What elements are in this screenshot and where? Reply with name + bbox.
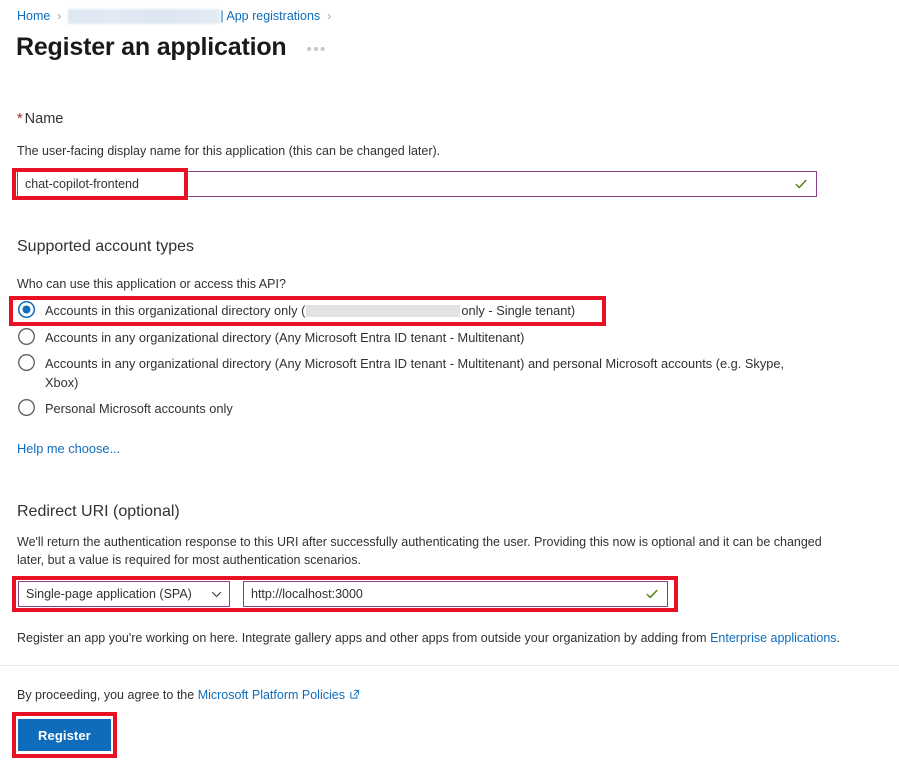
checkmark-icon — [795, 179, 807, 189]
radio-multitenant-label: Accounts in any organizational directory… — [45, 330, 525, 345]
breadcrumb-redacted-tenant — [68, 8, 221, 24]
microsoft-platform-policies-link[interactable]: Microsoft Platform Policies — [198, 688, 345, 702]
breadcrumb-home-link[interactable]: Home — [17, 9, 50, 23]
radio-single-tenant-text-before: Accounts in this organizational director… — [45, 303, 306, 318]
footer-note-text: Register an app you're working on here. … — [17, 631, 711, 645]
redirect-uri-description: We'll return the authentication response… — [17, 535, 822, 567]
radio-unselected-icon-2 — [18, 354, 35, 371]
breadcrumb: Home › | App registrations › — [17, 6, 338, 26]
breadcrumb-separator-icon-2: › — [327, 9, 332, 23]
radio-single-tenant-text-after: only - Single tenant) — [461, 303, 576, 318]
required-marker: * — [17, 111, 23, 127]
register-button[interactable]: Register — [18, 719, 111, 751]
breadcrumb-separator-icon: › — [57, 9, 62, 23]
name-field-label: * Name — [17, 111, 63, 127]
radio-unselected-icon-3 — [18, 399, 35, 416]
chevron-down-icon — [211, 591, 222, 597]
footer-note: Register an app you're working on here. … — [17, 629, 882, 647]
name-input[interactable]: chat-copilot-frontend — [17, 171, 817, 197]
footer-note-period: . — [836, 631, 841, 645]
policies-note-text: By proceeding, you agree to the — [17, 688, 198, 702]
account-types-question: Who can use this application or access t… — [17, 277, 286, 291]
account-types-heading: Supported account types — [17, 238, 195, 255]
radio-personal-only[interactable]: Personal Microsoft accounts only — [17, 398, 417, 418]
redirect-uri-heading: Redirect URI (optional) — [17, 503, 180, 520]
radio-selected-icon — [17, 300, 36, 319]
radio-multitenant-personal[interactable]: Accounts in any organizational directory… — [17, 353, 817, 392]
name-input-value: chat-copilot-frontend — [25, 177, 139, 191]
name-label-text: Name — [24, 111, 64, 127]
radio-single-tenant-label: Accounts in this organizational director… — [45, 300, 575, 320]
radio-single-tenant-redacted-tenant — [306, 304, 461, 317]
more-options-icon[interactable]: ••• — [306, 41, 326, 58]
external-link-icon[interactable] — [349, 688, 361, 700]
radio-unselected-icon — [18, 328, 35, 345]
radio-multitenant-personal-label: Accounts in any organizational directory… — [45, 356, 785, 390]
redirect-uri-platform-select[interactable]: Single-page application (SPA) — [18, 581, 230, 607]
redirect-uri-value: http://localhost:3000 — [251, 587, 363, 601]
page-header: Register an application ••• — [16, 32, 327, 62]
name-field-description: The user-facing display name for this ap… — [17, 144, 441, 158]
radio-single-tenant[interactable]: Accounts in this organizational director… — [17, 300, 597, 320]
radio-multitenant[interactable]: Accounts in any organizational directory… — [17, 327, 657, 347]
radio-personal-only-label: Personal Microsoft accounts only — [45, 401, 233, 416]
redirect-uri-input[interactable]: http://localhost:3000 — [243, 581, 668, 607]
page-title: Register an application — [16, 33, 287, 61]
help-me-choose-link[interactable]: Help me choose... — [17, 441, 120, 456]
checkmark-icon-2 — [646, 589, 658, 599]
breadcrumb-app-registrations-link[interactable]: | App registrations — [220, 9, 320, 23]
policies-note: By proceeding, you agree to the Microsof… — [17, 686, 361, 704]
redirect-uri-platform-value: Single-page application (SPA) — [26, 587, 192, 601]
footer-divider — [0, 665, 899, 666]
enterprise-applications-link[interactable]: Enterprise applications — [710, 631, 836, 645]
